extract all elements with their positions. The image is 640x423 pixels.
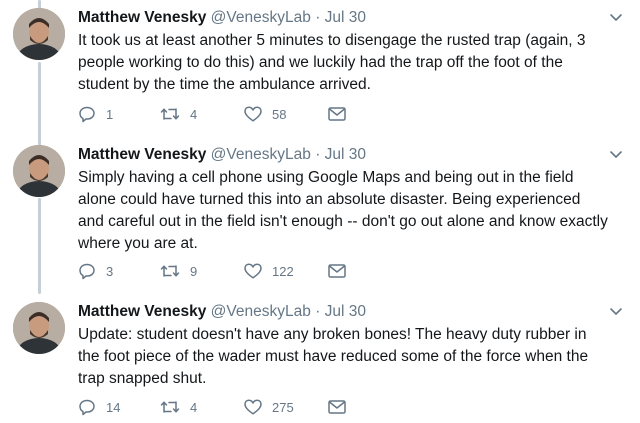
retweet-count: 9	[190, 263, 198, 279]
avatar[interactable]	[13, 8, 65, 60]
author-handle[interactable]: @VeneskyLab	[211, 303, 311, 320]
separator-dot: ·	[315, 303, 321, 320]
reply-button[interactable]: 1	[78, 105, 160, 123]
author-name[interactable]: Matthew Venesky	[78, 9, 206, 26]
direct-message-button[interactable]	[328, 264, 346, 278]
thread-line	[38, 62, 41, 146]
heart-icon	[244, 399, 262, 415]
reply-count: 1	[106, 106, 114, 122]
retweet-count: 4	[190, 106, 198, 122]
separator-dot: ·	[315, 146, 321, 163]
retweet-count: 4	[190, 399, 198, 415]
reply-icon	[79, 399, 95, 416]
direct-message-button[interactable]	[328, 107, 346, 121]
envelope-icon	[328, 400, 346, 414]
chevron-down-icon[interactable]	[608, 147, 624, 163]
retweet-button[interactable]: 4	[160, 399, 244, 415]
like-count: 58	[272, 106, 287, 122]
reply-icon	[79, 263, 95, 280]
separator-dot: ·	[315, 9, 321, 26]
envelope-icon	[328, 107, 346, 121]
retweet-button[interactable]: 4	[160, 106, 244, 122]
chevron-down-icon[interactable]	[608, 10, 624, 26]
timestamp[interactable]: Jul 30	[325, 9, 366, 26]
like-button[interactable]: 275	[244, 399, 328, 415]
retweet-button[interactable]: 9	[160, 263, 244, 279]
like-button[interactable]: 122	[244, 263, 328, 279]
reply-button[interactable]: 3	[78, 262, 160, 280]
like-button[interactable]: 58	[244, 106, 328, 122]
timestamp[interactable]: Jul 30	[325, 146, 366, 163]
avatar[interactable]	[13, 145, 65, 197]
tweet-text: Update: student doesn't have any broken …	[78, 326, 589, 387]
retweet-icon	[160, 108, 180, 120]
envelope-icon	[328, 264, 346, 278]
heart-icon	[244, 106, 262, 122]
tweet-text: Simply having a cell phone using Google …	[78, 169, 608, 252]
timestamp[interactable]: Jul 30	[325, 303, 366, 320]
reply-button[interactable]: 14	[78, 398, 160, 416]
reply-icon	[79, 106, 95, 123]
like-count: 275	[272, 399, 294, 415]
retweet-icon	[160, 265, 180, 277]
thread-line	[38, 198, 41, 294]
chevron-down-icon[interactable]	[608, 304, 624, 320]
avatar[interactable]	[13, 302, 65, 354]
author-name[interactable]: Matthew Venesky	[78, 146, 206, 163]
like-count: 122	[272, 263, 294, 279]
reply-count: 3	[106, 263, 114, 279]
direct-message-button[interactable]	[328, 400, 346, 414]
reply-count: 14	[106, 399, 121, 415]
tweet-text: It took us at least another 5 minutes to…	[78, 32, 586, 93]
author-handle[interactable]: @VeneskyLab	[211, 9, 311, 26]
author-handle[interactable]: @VeneskyLab	[211, 146, 311, 163]
retweet-icon	[160, 401, 180, 413]
heart-icon	[244, 263, 262, 279]
author-name[interactable]: Matthew Venesky	[78, 303, 206, 320]
